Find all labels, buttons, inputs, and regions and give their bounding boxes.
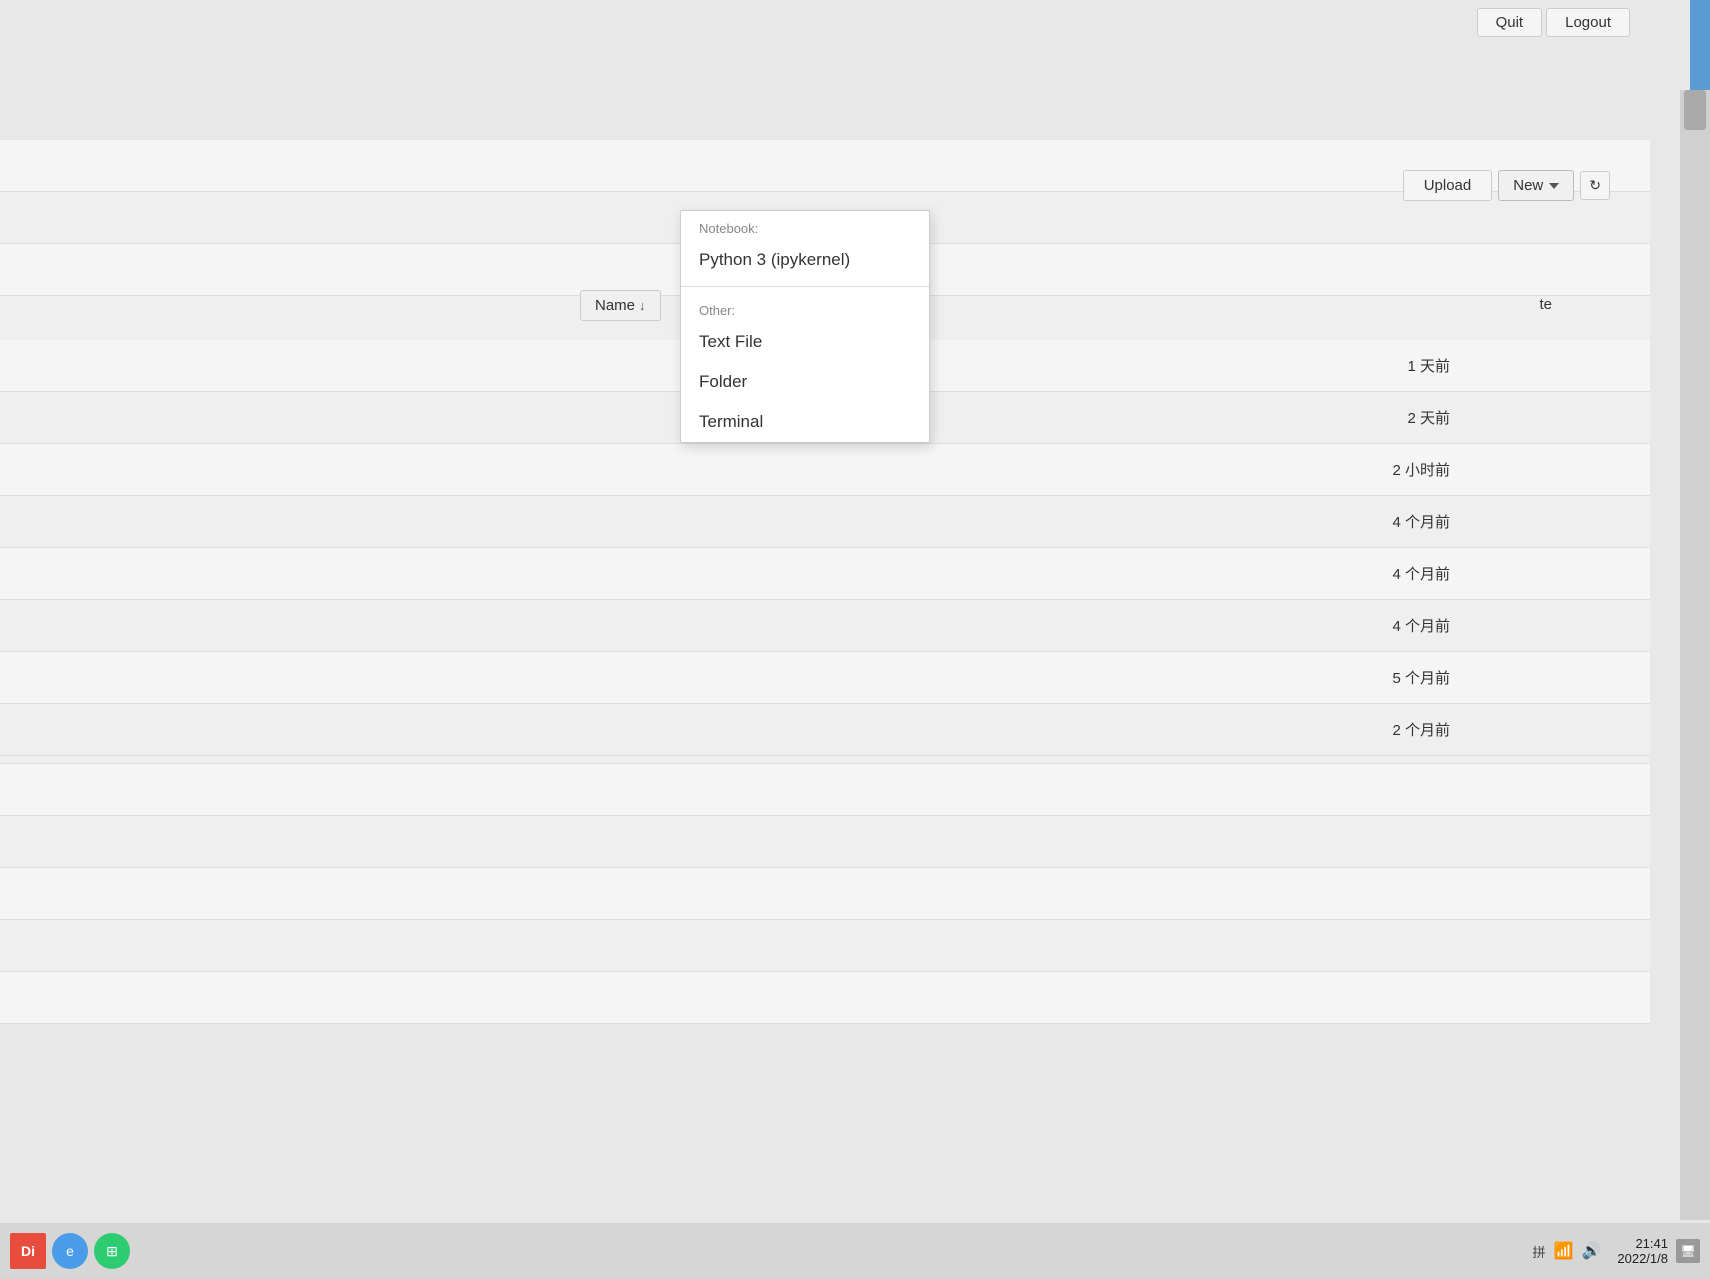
bg-line bbox=[0, 920, 1650, 972]
table-row[interactable]: 4 个月前 bbox=[0, 548, 1650, 600]
name-column-label: Name bbox=[595, 297, 635, 314]
table-row[interactable]: 4 个月前 bbox=[0, 600, 1650, 652]
network-icon: 📶 bbox=[1554, 1241, 1574, 1261]
start-button[interactable]: Di bbox=[10, 1233, 46, 1269]
app2-icon: ⊞ bbox=[106, 1243, 118, 1260]
row-date: 4 个月前 bbox=[1392, 615, 1450, 636]
bg-line bbox=[0, 816, 1650, 868]
upload-button[interactable]: Upload bbox=[1403, 170, 1493, 201]
taskbar-start-area: Di e ⊞ bbox=[10, 1233, 130, 1269]
dropdown-divider bbox=[681, 286, 929, 287]
python3-ipykernel-item[interactable]: Python 3 (ipykernel) bbox=[681, 240, 929, 280]
taskbar-clock: 21:41 2022/1/8 bbox=[1617, 1236, 1668, 1266]
notebook-section-label: Notebook: bbox=[681, 211, 929, 240]
table-row[interactable]: 4 个月前 bbox=[0, 496, 1650, 548]
bg-line bbox=[0, 764, 1650, 816]
new-button-label: New bbox=[1513, 177, 1543, 194]
clock-date: 2022/1/8 bbox=[1617, 1251, 1668, 1266]
row-date: 1 天前 bbox=[1407, 355, 1450, 376]
clock-time: 21:41 bbox=[1635, 1236, 1668, 1251]
taskbar-right-area: 拼 📶 🔊 21:41 2022/1/8 🖥 bbox=[1525, 1236, 1700, 1266]
name-header-row: Name ↓ bbox=[580, 290, 661, 321]
taskbar: Di e ⊞ 拼 📶 🔊 21:41 2022/1/8 🖥 bbox=[0, 1223, 1710, 1279]
row-date: 4 个月前 bbox=[1392, 563, 1450, 584]
notif-icon: 🖥 bbox=[1680, 1244, 1695, 1258]
other-section-label: Other: bbox=[681, 293, 929, 322]
bg-line bbox=[0, 868, 1650, 920]
table-row[interactable]: 2 个月前 bbox=[0, 704, 1650, 756]
scrollbar-thumb[interactable] bbox=[1684, 90, 1706, 130]
text-file-item[interactable]: Text File bbox=[681, 322, 929, 362]
name-sort-button[interactable]: Name ↓ bbox=[580, 290, 661, 321]
bg-line bbox=[0, 972, 1650, 1024]
keyboard-indicator: 拼 bbox=[1533, 1242, 1546, 1261]
notification-icon[interactable]: 🖥 bbox=[1676, 1239, 1700, 1263]
folder-item[interactable]: Folder bbox=[681, 362, 929, 402]
logout-button[interactable]: Logout bbox=[1546, 8, 1630, 37]
row-date: 2 小时前 bbox=[1392, 459, 1450, 480]
new-dropdown-menu: Notebook: Python 3 (ipykernel) Other: Te… bbox=[680, 210, 930, 443]
chevron-down-icon bbox=[1549, 183, 1559, 189]
table-row[interactable]: 2 小时前 bbox=[0, 444, 1650, 496]
top-bar: Quit Logout bbox=[1477, 0, 1630, 45]
quit-button[interactable]: Quit bbox=[1477, 8, 1543, 37]
row-date: 5 个月前 bbox=[1392, 667, 1450, 688]
taskbar-app2-icon[interactable]: ⊞ bbox=[94, 1233, 130, 1269]
date-column-header: te bbox=[1531, 290, 1560, 319]
taskbar-app1-icon[interactable]: e bbox=[52, 1233, 88, 1269]
start-label: Di bbox=[21, 1243, 35, 1259]
refresh-button[interactable]: ↻ bbox=[1580, 171, 1610, 200]
terminal-item[interactable]: Terminal bbox=[681, 402, 929, 442]
row-date: 4 个月前 bbox=[1392, 511, 1450, 532]
system-tray-icons: 📶 🔊 bbox=[1554, 1241, 1602, 1261]
row-date: 2 个月前 bbox=[1392, 719, 1450, 740]
table-row[interactable]: 5 个月前 bbox=[0, 652, 1650, 704]
scrollbar-track[interactable] bbox=[1680, 90, 1710, 1220]
volume-icon: 🔊 bbox=[1581, 1241, 1601, 1261]
sort-arrow-icon: ↓ bbox=[639, 298, 646, 313]
app1-icon: e bbox=[66, 1243, 74, 1259]
toolbar: Upload New ↻ bbox=[1403, 170, 1610, 201]
refresh-icon: ↻ bbox=[1589, 177, 1601, 193]
new-button[interactable]: New bbox=[1498, 170, 1574, 201]
row-date: 2 天前 bbox=[1407, 407, 1450, 428]
